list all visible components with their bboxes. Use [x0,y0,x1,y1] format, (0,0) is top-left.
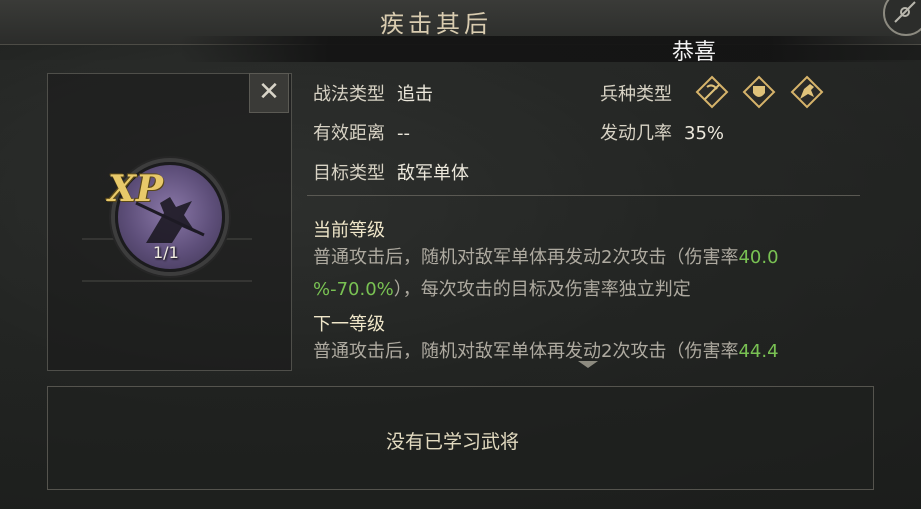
troop-type-label: 兵种类型 [600,84,672,105]
range-row: 有效距离 -- [313,119,410,145]
skill-level-count: 1/1 [153,243,179,262]
congrats-popup: 恭喜 [672,40,717,65]
range-label: 有效距离 [313,123,385,144]
page-title: 疾击其后 [380,10,492,38]
skill-type-label: 战法类型 [313,84,385,105]
current-desc-line1: 普通攻击后，随机对敌军单体再发动2次攻击（伤害率 [313,247,739,268]
skill-type-value: 追击 [397,84,433,105]
trigger-rate-row: 发动几率 35% [600,119,724,145]
current-damage-range: %-70.0% [313,279,394,300]
next-damage-min: 44.4 [738,341,779,362]
target-value: 敌军单体 [397,163,469,184]
popup-banner [180,36,920,62]
current-level-desc: 普通攻击后，随机对敌军单体再发动2次攻击（伤害率40.0 %-70.0%），每次… [313,242,779,306]
scroll-down-icon[interactable] [578,361,598,368]
archer-troop-icon [695,75,729,109]
skill-type-row: 战法类型 追击 [313,80,433,106]
trigger-rate-value: 35% [684,123,725,144]
xp-badge: XP [108,168,164,210]
target-label: 目标类型 [313,163,385,184]
target-row: 目标类型 敌军单体 [313,159,469,185]
shield-troop-icon [742,75,776,109]
range-value: -- [397,123,410,144]
cavalry-troop-icon [790,75,824,109]
current-damage-min: 40.0 [738,247,779,268]
troop-type-row: 兵种类型 [600,80,672,106]
next-level-desc: 普通攻击后，随机对敌军单体再发动2次攻击（伤害率44.4 [313,336,779,368]
next-desc-line1: 普通攻击后，随机对敌军单体再发动2次攻击（伤害率 [313,341,739,362]
current-level-heading: 当前等级 [313,220,385,241]
current-desc-line2: ），每次攻击的目标及伤害率独立判定 [393,279,691,300]
next-level-heading: 下一等级 [313,314,385,335]
no-generals-text: 没有已学习武将 [386,431,520,453]
trigger-rate-label: 发动几率 [600,123,672,144]
divider [307,195,860,196]
close-button[interactable]: ✕ [249,73,289,113]
